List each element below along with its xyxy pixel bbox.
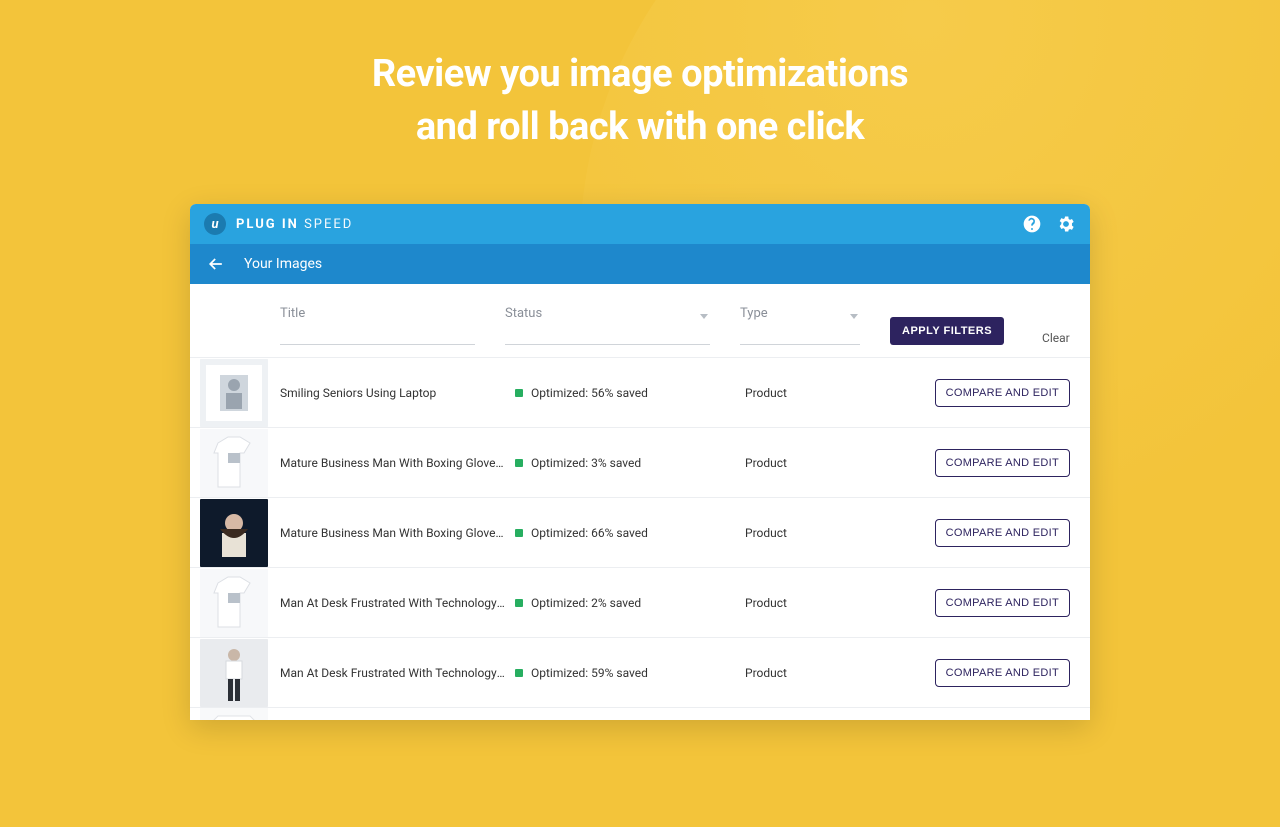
row-status-text: Optimized: 66% saved	[531, 526, 648, 540]
clear-filters-link[interactable]: Clear	[1042, 331, 1070, 345]
compare-and-edit-button[interactable]: COMPARE AND EDIT	[935, 379, 1070, 407]
table-row: Smiling Seniors Using Laptop Optimized: 5…	[190, 357, 1090, 427]
brand-bold: PLUG IN	[236, 217, 299, 232]
image-rows: Smiling Seniors Using Laptop Optimized: 5…	[190, 357, 1090, 707]
hero-heading: Review you image optimizations and roll …	[0, 0, 1280, 154]
status-indicator-icon	[515, 459, 523, 467]
row-type: Product	[745, 666, 885, 680]
row-status-text: Optimized: 3% saved	[531, 456, 641, 470]
row-status: Optimized: 3% saved	[515, 456, 745, 470]
row-status: Optimized: 66% saved	[515, 526, 745, 540]
thumbnail	[200, 499, 268, 567]
logo-letter: u	[211, 217, 218, 232]
filter-type-select[interactable]	[740, 323, 860, 345]
thumbnail	[200, 569, 268, 637]
row-title: Man At Desk Frustrated With Technology t…	[280, 666, 515, 680]
compare-and-edit-button[interactable]: COMPARE AND EDIT	[935, 589, 1070, 617]
filter-bar: Title Status Type APPLY FILTERS Clear	[190, 284, 1090, 357]
table-row: Mature Business Man With Boxing Gloves F…	[190, 497, 1090, 567]
row-status: Optimized: 2% saved	[515, 596, 745, 610]
row-title: Man At Desk Frustrated With Technology t…	[280, 596, 515, 610]
thumbnail	[200, 708, 268, 721]
hero-line-2: and roll back with one click	[416, 105, 864, 149]
topbar: u PLUG IN SPEED	[190, 204, 1090, 244]
subbar: Your Images	[190, 244, 1090, 284]
filter-type-label: Type	[740, 306, 860, 321]
page-title: Your Images	[244, 256, 322, 272]
logo-badge: u	[204, 213, 226, 235]
filter-status-select[interactable]	[505, 323, 710, 345]
row-status-text: Optimized: 2% saved	[531, 596, 641, 610]
status-indicator-icon	[515, 669, 523, 677]
row-type: Product	[745, 386, 885, 400]
status-indicator-icon	[515, 529, 523, 537]
table-row: Man At Desk Frustrated With Technology t…	[190, 567, 1090, 637]
table-row: Man At Desk Frustrated With Technology t…	[190, 637, 1090, 707]
row-title: Smiling Seniors Using Laptop	[280, 386, 515, 400]
apply-filters-button[interactable]: APPLY FILTERS	[890, 317, 1004, 345]
gear-icon[interactable]	[1056, 214, 1076, 234]
row-title: Mature Business Man With Boxing Gloves F…	[280, 526, 515, 540]
brand-light: SPEED	[304, 217, 353, 232]
brand-name: PLUG IN SPEED	[236, 217, 353, 232]
row-status: Optimized: 56% saved	[515, 386, 745, 400]
row-type: Product	[745, 456, 885, 470]
back-arrow-icon[interactable]	[206, 254, 226, 274]
row-type: Product	[745, 596, 885, 610]
table-row-partial	[190, 707, 1090, 720]
hero-line-1: Review you image optimizations	[372, 52, 908, 96]
filter-title-input[interactable]	[280, 323, 475, 345]
table-row: Mature Business Man With Boxing Gloves F…	[190, 427, 1090, 497]
app-panel: u PLUG IN SPEED Your Images Title Status	[190, 204, 1090, 720]
content-area: Title Status Type APPLY FILTERS Clear Sm…	[190, 284, 1090, 720]
filter-title-label: Title	[280, 306, 475, 321]
thumbnail	[200, 359, 268, 427]
row-type: Product	[745, 526, 885, 540]
thumbnail	[200, 429, 268, 497]
compare-and-edit-button[interactable]: COMPARE AND EDIT	[935, 449, 1070, 477]
row-status: Optimized: 59% saved	[515, 666, 745, 680]
help-icon[interactable]	[1022, 214, 1042, 234]
status-indicator-icon	[515, 389, 523, 397]
row-title: Mature Business Man With Boxing Gloves F…	[280, 456, 515, 470]
thumbnail	[200, 639, 268, 707]
filter-status-label: Status	[505, 306, 710, 321]
status-indicator-icon	[515, 599, 523, 607]
compare-and-edit-button[interactable]: COMPARE AND EDIT	[935, 519, 1070, 547]
row-status-text: Optimized: 56% saved	[531, 386, 648, 400]
compare-and-edit-button[interactable]: COMPARE AND EDIT	[935, 659, 1070, 687]
row-status-text: Optimized: 59% saved	[531, 666, 648, 680]
